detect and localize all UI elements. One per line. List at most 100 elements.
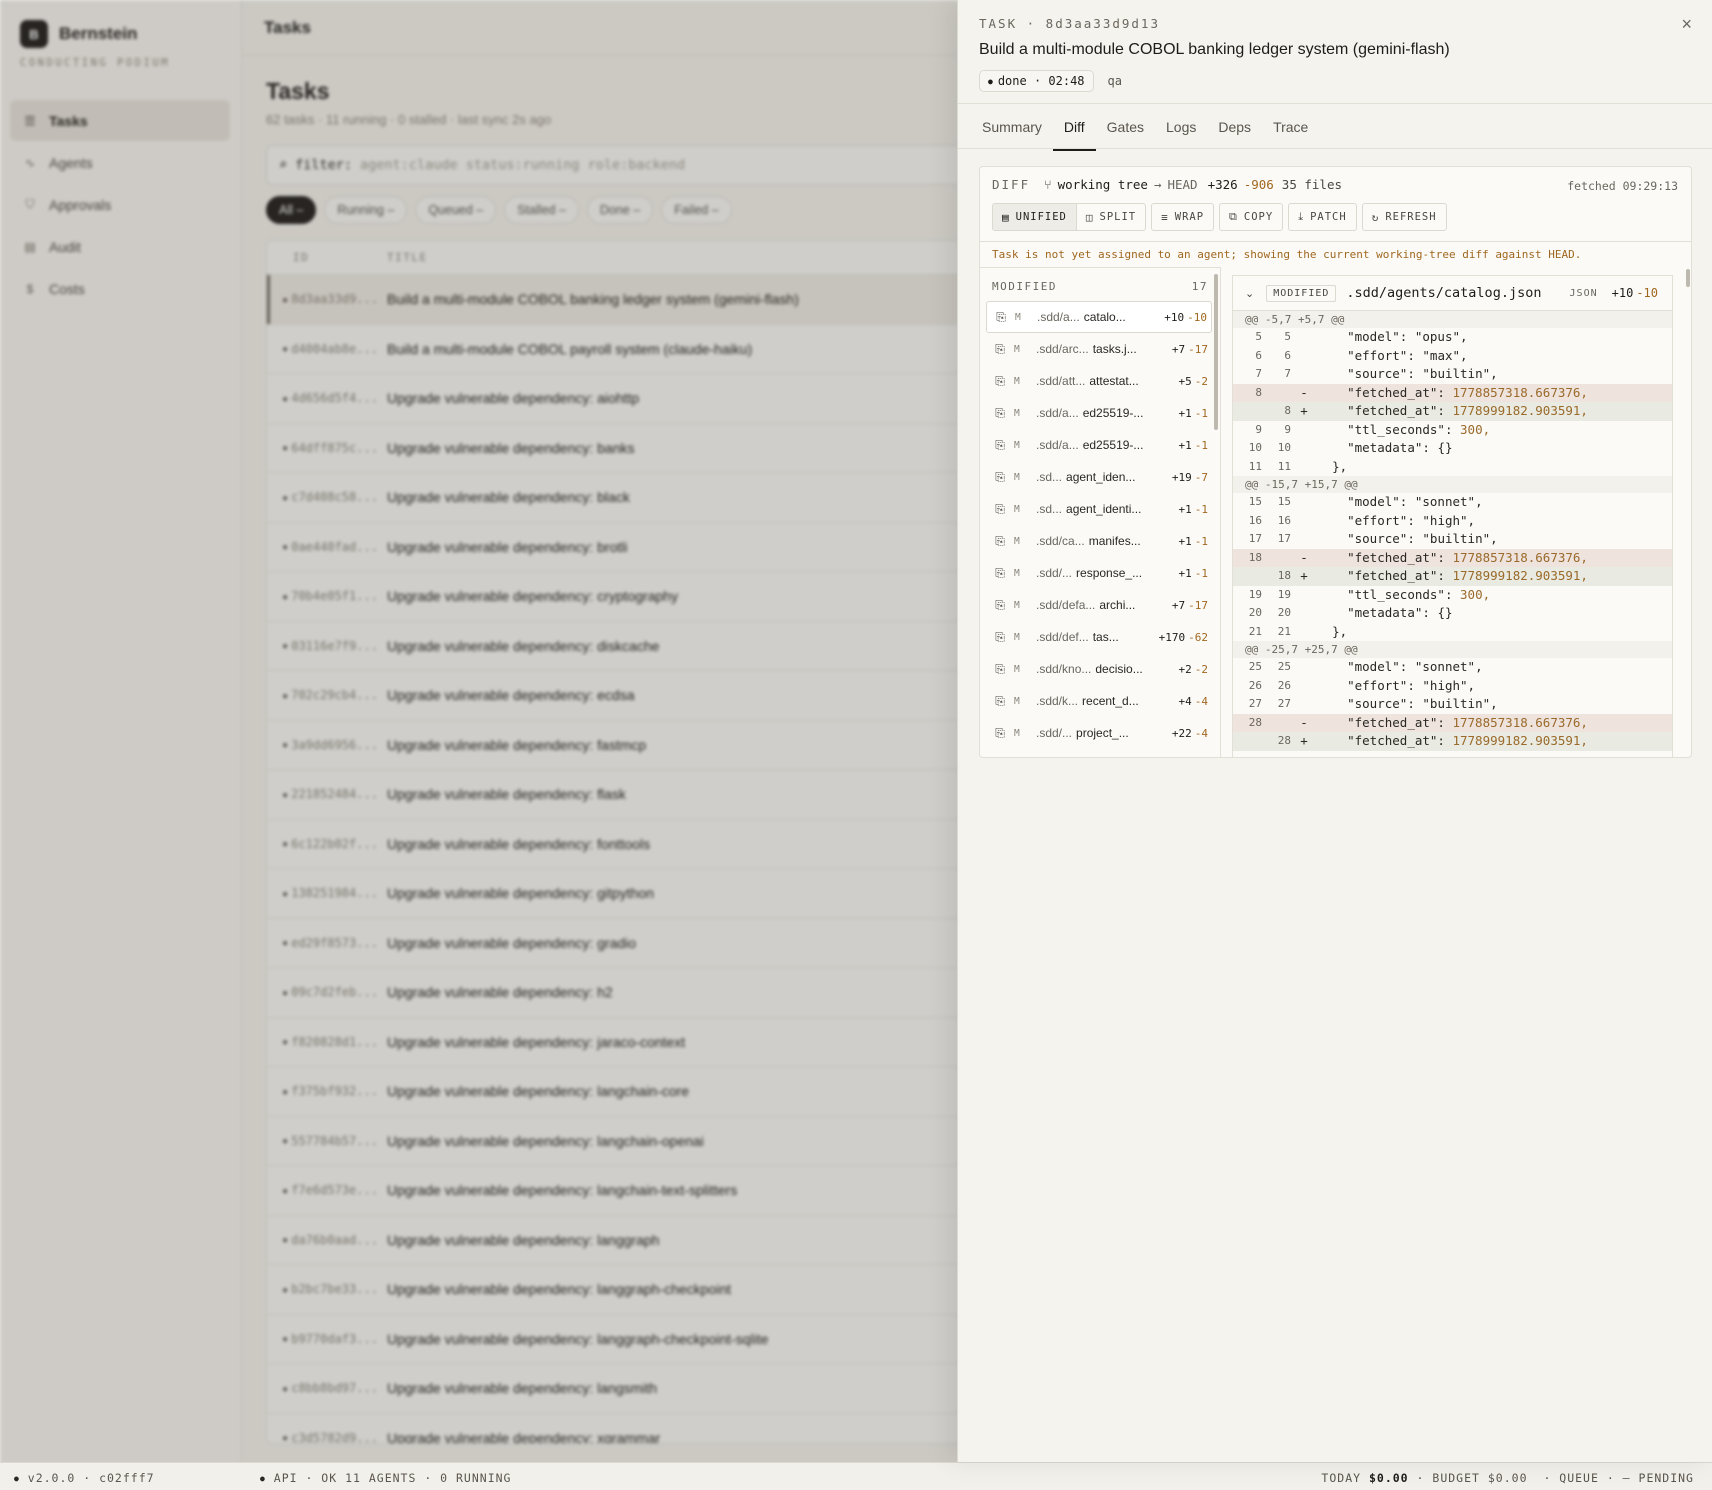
diff-viewer: DIFF ⑂ working tree → HEAD +326 -906 35 … — [979, 166, 1692, 758]
file-list-item[interactable]: ⎘ M .sdd/att... attestat... +5 -2 — [986, 365, 1212, 397]
file-diff-header[interactable]: ⌄ MODIFIED .sdd/agents/catalog.json JSON… — [1233, 276, 1672, 311]
status-dot-icon: ● — [988, 76, 993, 86]
code-key: "metadata" — [1347, 605, 1423, 620]
file-deletions: -17 — [1188, 342, 1208, 356]
file-list-header: MODIFIED 17 — [980, 271, 1220, 301]
file-list-item[interactable]: ⎘ M .sdd/k... recent_d... +4 -4 — [986, 685, 1212, 717]
patch-button[interactable]: ⤓ PATCH — [1288, 203, 1357, 231]
file-additions: +7 — [1171, 598, 1186, 612]
file-diff-panel: ⌄ MODIFIED .sdd/agents/catalog.json JSON… — [1232, 275, 1673, 757]
tab-deps[interactable]: Deps — [1207, 104, 1262, 150]
code-value: "opus", — [1414, 329, 1468, 344]
split-icon: ◫ — [1085, 210, 1094, 224]
old-line-number: 6 — [1255, 348, 1262, 362]
code-value: 1778999182.903591, — [1452, 733, 1588, 748]
code-key: "metadata" — [1347, 440, 1423, 455]
code-value: {} — [1437, 440, 1453, 455]
tab-gates[interactable]: Gates — [1096, 104, 1155, 150]
file-name: response_... — [1076, 566, 1143, 580]
diff-sign: + — [1300, 403, 1308, 418]
file-name: ed25519-... — [1082, 438, 1144, 452]
file-dir: .sdd/k... — [1036, 694, 1079, 708]
close-icon[interactable]: × — [1681, 14, 1692, 35]
file-list-item[interactable]: ⎘ M .sdd/defa... archi... +7 -17 — [986, 589, 1212, 621]
file-list-item[interactable]: ⎘ M .sdd/a... catalo... +10 -10 — [986, 301, 1212, 333]
file-list-item[interactable]: ⎘ M .sd... agent_iden... +19 -7 — [986, 461, 1212, 493]
diff-sign — [1291, 365, 1317, 384]
tab-summary[interactable]: Summary — [971, 104, 1053, 150]
file-additions: +1 — [1178, 534, 1192, 548]
file-list-item[interactable]: ⎘ M .sd... agent_identi... +1 -1 — [986, 493, 1212, 525]
file-list-items: ⎘ M .sdd/a... catalo... +10 -10 ⎘ M .sdd/arc... t… — [980, 301, 1220, 749]
file-code-icon: ⎘ — [996, 309, 1006, 324]
file-name: catalo... — [1083, 310, 1126, 324]
tab-trace[interactable]: Trace — [1262, 104, 1319, 150]
new-line-number: 28 — [1277, 734, 1291, 747]
file-list-scrollbar[interactable] — [1214, 274, 1218, 430]
diff-file-count: 35 files — [1281, 177, 1343, 192]
file-deletions: -2 — [1194, 374, 1208, 388]
file-language: JSON — [1569, 287, 1598, 299]
file-modified-marker: M — [1014, 535, 1020, 547]
code-value: "sonnet", — [1414, 494, 1483, 509]
new-line-number: 5 — [1284, 330, 1291, 343]
code-text: "model": "opus", — [1347, 329, 1468, 344]
old-line-number: 17 — [1248, 532, 1262, 545]
file-list-item[interactable]: ⎘ M .sdd/a... ed25519-... +1 -1 — [986, 397, 1212, 429]
refresh-button[interactable]: ↻ REFRESH — [1361, 203, 1447, 231]
code-text: "effort": "high", — [1347, 512, 1476, 528]
diff-line: 20 20 "metadata": {} — [1233, 604, 1672, 623]
new-line-number: 27 — [1277, 697, 1291, 710]
file-stats: +19 -7 — [1172, 471, 1208, 484]
file-deletions: -4 — [1194, 726, 1208, 740]
file-dir: .sdd/... — [1036, 726, 1073, 740]
file-list-item[interactable]: ⎘ M .sdd/arc... tasks.j... +7 -17 — [986, 333, 1212, 365]
file-additions: +22 — [1171, 726, 1192, 740]
file-stats: +1 -1 — [1179, 503, 1209, 516]
tab-diff[interactable]: Diff — [1052, 104, 1096, 151]
code-key: }, — [1332, 623, 1348, 639]
new-line-number: 18 — [1277, 569, 1291, 582]
file-list-item[interactable]: ⎘ M .sdd/... response_... +1 -1 — [986, 557, 1212, 589]
file-name: recent_d... — [1082, 694, 1139, 708]
file-list-item[interactable]: ⎘ M .sdd/ca... manifes... +1 -1 — [986, 525, 1212, 557]
file-name: agent_iden... — [1066, 470, 1136, 484]
new-line-number: 8 — [1284, 404, 1291, 417]
old-line-number — [1233, 732, 1262, 751]
split-button[interactable]: ◫ SPLIT — [1076, 203, 1147, 231]
file-dir: .sd... — [1036, 502, 1063, 516]
diff-toolbar: ▤ UNIFIED ◫ SPLIT ≡ WRAP ⧉ COPY ⤓ PATCH ↻ REFRESH — [992, 203, 1452, 231]
file-stats: +1 -1 — [1179, 567, 1209, 580]
code-key: "fetched_at" — [1347, 733, 1438, 748]
file-list-item[interactable]: ⎘ M .sdd/a... ed25519-... +1 -1 — [986, 429, 1212, 461]
file-name: manifes... — [1088, 534, 1141, 548]
code-key: "source" — [1347, 366, 1408, 381]
file-list-item[interactable]: ⎘ M .sdd/... project_... +22 -4 — [986, 717, 1212, 749]
diff-sign — [1291, 586, 1317, 605]
code-text: "ttl_seconds": 300, — [1347, 421, 1491, 437]
diff-line: 18 - "fetched_at": 1778857318.667376, — [1233, 548, 1672, 567]
unified-icon: ▤ — [1002, 210, 1010, 224]
code-key: }, — [1332, 458, 1348, 474]
new-line-number: 20 — [1277, 606, 1291, 619]
code-text: "model": "sonnet", — [1347, 659, 1483, 674]
chevron-down-icon[interactable]: ⌄ — [1245, 287, 1254, 300]
code-value: "high", — [1422, 512, 1476, 528]
task-title: Build a multi-module COBOL banking ledge… — [979, 41, 1450, 58]
wrap-button[interactable]: ≡ WRAP — [1151, 203, 1215, 231]
copy-button[interactable]: ⧉ COPY — [1219, 203, 1284, 231]
tab-logs[interactable]: Logs — [1155, 104, 1207, 150]
diff-line: 8 - "fetched_at": 1778857318.667376, — [1233, 383, 1672, 402]
file-list-item[interactable]: ⎘ M .sdd/def... tas... +170 -62 — [986, 621, 1212, 653]
file-code-icon: ⎘ — [995, 469, 1005, 484]
diff-sign — [1291, 677, 1317, 696]
unified-button[interactable]: ▤ UNIFIED — [992, 203, 1077, 231]
file-deletions: -10 — [1636, 286, 1658, 300]
hunk-header: @@ -5,7 +5,7 @@ — [1233, 311, 1672, 328]
diff-sign — [1291, 439, 1317, 458]
diff-scrollbar[interactable] — [1686, 269, 1690, 287]
diff-additions: +326 — [1207, 177, 1238, 192]
new-line-number: 26 — [1277, 678, 1291, 692]
file-list-item[interactable]: ⎘ M .sdd/kno... decisio... +2 -2 — [986, 653, 1212, 685]
file-modified-marker: M — [1014, 727, 1020, 739]
